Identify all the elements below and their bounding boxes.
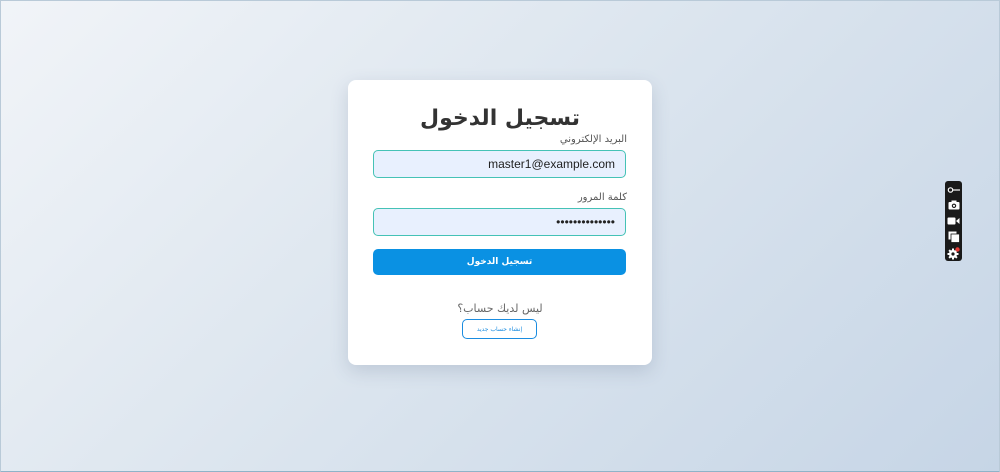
video-icon[interactable] [946,213,961,229]
camera-icon[interactable] [946,197,961,213]
page-title: تسجيل الدخول [419,106,581,131]
password-label: كلمة المرور [577,192,627,203]
create-account-button[interactable]: إنشاء حساب جديد [462,319,537,339]
password-field[interactable] [373,208,626,236]
email-field[interactable] [373,150,626,178]
floating-toolbar [945,181,962,261]
copy-icon[interactable] [946,229,961,245]
signup-prompt: ليس لديك حساب؟ [457,302,543,315]
login-card: تسجيل الدخول البريد الإلكتروني كلمة المر… [348,80,652,365]
notification-badge [955,246,960,252]
login-button[interactable]: تسجيل الدخول [373,249,626,275]
pin-icon[interactable] [946,183,961,197]
email-label: البريد الإلكتروني [559,134,627,145]
gear-icon[interactable] [946,245,961,261]
